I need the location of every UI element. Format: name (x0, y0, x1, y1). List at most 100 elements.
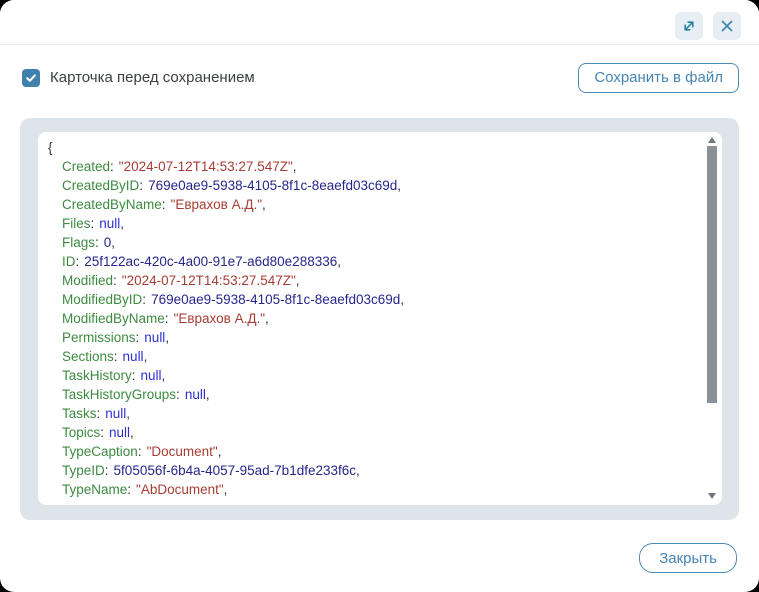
json-line: Created:"2024-07-12T14:53:27.547Z", (48, 157, 696, 176)
json-value: null (99, 216, 120, 231)
json-key: Permissions (62, 330, 136, 345)
json-line: CreatedByID:769e0ae9-5938-4105-8f1c-8eae… (48, 176, 696, 195)
json-key: ModifiedByID (62, 292, 142, 307)
checkbox-checked[interactable] (22, 69, 40, 87)
json-panel: {Created:"2024-07-12T14:53:27.547Z",Crea… (20, 118, 739, 520)
json-line: TypeName: "AbDocument", (48, 480, 696, 499)
vertical-scrollbar[interactable] (706, 134, 718, 502)
json-line: Modified:"2024-07-12T14:53:27.547Z", (48, 271, 696, 290)
json-textarea[interactable]: {Created:"2024-07-12T14:53:27.547Z",Crea… (38, 132, 722, 505)
json-colon: : (76, 254, 80, 269)
json-key: TypeID (62, 463, 105, 478)
close-icon (720, 19, 734, 33)
json-line: Permissions:null, (48, 328, 696, 347)
json-value: "2024-07-12T14:53:27.547Z" (122, 273, 296, 288)
json-key: Flags (62, 235, 95, 250)
json-key: CreatedByName (62, 197, 162, 212)
json-comma: , (337, 254, 341, 269)
json-comma: , (262, 197, 266, 212)
json-line: ModifiedByName: "Еврахов А.Д.", (48, 309, 696, 328)
json-key: Files (62, 216, 91, 231)
close-dialog-button[interactable]: Закрыть (639, 543, 737, 573)
json-key: ModifiedByName (62, 311, 165, 326)
json-line: ID:25f122ac-420c-4a00-91e7-a6d80e288336, (48, 252, 696, 271)
json-colon: : (105, 463, 109, 478)
json-colon: : (97, 406, 101, 421)
json-comma: , (397, 178, 401, 193)
json-key: CreatedByID (62, 178, 139, 193)
json-colon: : (165, 311, 169, 326)
card-before-save-checkbox-row[interactable]: Карточка перед сохранением (22, 69, 255, 87)
json-line: Sections: null, (48, 347, 696, 366)
json-line: TypeID:5f05056f-6b4a-4057-95ad-7b1dfe233… (48, 461, 696, 480)
json-comma: , (356, 463, 360, 478)
dialog-header (0, 0, 759, 45)
json-comma: , (130, 425, 134, 440)
json-comma: , (111, 235, 115, 250)
json-colon: : (162, 197, 166, 212)
json-line: { (48, 138, 696, 157)
json-colon: : (127, 482, 131, 497)
scroll-up-arrow[interactable] (706, 134, 718, 146)
json-comma: , (144, 349, 148, 364)
json-value: 5f05056f-6b4a-4057-95ad-7b1dfe233f6c (114, 463, 356, 478)
json-line: Flags:0, (48, 233, 696, 252)
json-key: Tasks (62, 406, 97, 421)
json-comma: , (126, 406, 130, 421)
json-comma: , (206, 387, 210, 402)
json-value: null (123, 349, 144, 364)
json-colon: : (91, 216, 95, 231)
triangle-down-icon (708, 493, 716, 499)
json-value: null (185, 387, 206, 402)
checkbox-label: Карточка перед сохранением (50, 69, 255, 86)
json-value: "2024-07-12T14:53:27.547Z" (119, 159, 293, 174)
json-comma: , (296, 273, 300, 288)
checkmark-icon (25, 72, 37, 84)
expand-button[interactable] (675, 12, 703, 40)
json-value: 25f122ac-420c-4a00-91e7-a6d80e288336 (84, 254, 337, 269)
save-to-file-button[interactable]: Сохранить в файл (578, 63, 739, 93)
json-comma: , (265, 311, 269, 326)
json-brace: { (48, 140, 53, 155)
json-colon: : (95, 235, 99, 250)
json-colon: : (100, 425, 104, 440)
json-line: Topics:null, (48, 423, 696, 442)
json-line: TaskHistory: null, (48, 366, 696, 385)
json-key: Sections (62, 349, 114, 364)
json-value: null (141, 368, 162, 383)
json-content[interactable]: {Created:"2024-07-12T14:53:27.547Z",Crea… (48, 138, 696, 499)
json-comma: , (218, 444, 222, 459)
modal-dialog: Карточка перед сохранением Сохранить в ф… (0, 0, 759, 592)
json-colon: : (132, 368, 136, 383)
json-line: CreatedByName:"Еврахов А.Д.", (48, 195, 696, 214)
close-button[interactable] (713, 12, 741, 40)
json-colon: : (139, 178, 143, 193)
triangle-up-icon (708, 137, 716, 143)
json-value: "Еврахов А.Д." (174, 311, 265, 326)
json-value: null (109, 425, 130, 440)
json-value: null (105, 406, 126, 421)
json-line: TaskHistoryGroups:null, (48, 385, 696, 404)
json-line: ModifiedByID:769e0ae9-5938-4105-8f1c-8ea… (48, 290, 696, 309)
json-key: TypeName (62, 482, 127, 497)
json-value: "AbDocument" (136, 482, 224, 497)
json-value: 769e0ae9-5938-4105-8f1c-8eaefd03c69d (151, 292, 400, 307)
json-colon: : (114, 349, 118, 364)
json-colon: : (136, 330, 140, 345)
expand-icon (681, 18, 697, 34)
json-colon: : (110, 159, 114, 174)
json-comma: , (224, 482, 228, 497)
json-value: 769e0ae9-5938-4105-8f1c-8eaefd03c69d (148, 178, 397, 193)
json-comma: , (293, 159, 297, 174)
json-line: Files:null, (48, 214, 696, 233)
json-key: TaskHistory (62, 368, 132, 383)
json-comma: , (400, 292, 404, 307)
scrollbar-thumb[interactable] (707, 146, 717, 403)
scroll-down-arrow[interactable] (706, 490, 718, 502)
json-key: TaskHistoryGroups (62, 387, 176, 402)
json-line: Tasks: null, (48, 404, 696, 423)
json-key: TypeCaption (62, 444, 138, 459)
json-comma: , (162, 368, 166, 383)
json-comma: , (165, 330, 169, 345)
json-key: Modified (62, 273, 113, 288)
